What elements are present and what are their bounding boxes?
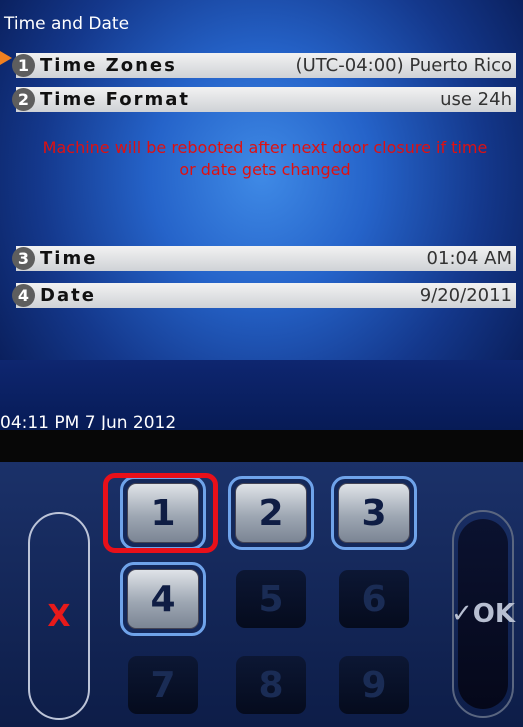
key-label: 9 (339, 656, 409, 714)
row-number-badge: 3 (12, 247, 35, 270)
row-number-badge: 4 (12, 284, 35, 307)
keypad-key-8: 8 (228, 648, 314, 722)
keypad-key-9: 9 (331, 648, 417, 722)
key-label: 3 (338, 483, 410, 543)
setting-value: 9/20/2011 (419, 285, 512, 306)
keypad-key-2[interactable]: 2 (228, 476, 314, 550)
setting-row-time-zones[interactable]: 1 Time Zones (UTC-04:00) Puerto Rico (12, 53, 516, 78)
divider-band (0, 430, 523, 462)
pointer-arrow-icon (0, 51, 12, 65)
setting-label: Date (40, 285, 96, 306)
cancel-button[interactable]: X (28, 512, 90, 720)
reboot-warning: Machine will be rebooted after next door… (42, 138, 488, 179)
ok-button[interactable]: ✓OK (451, 510, 515, 718)
setting-row-time[interactable]: 3 Time 01:04 AM (12, 246, 516, 271)
row-number-badge: 2 (12, 88, 35, 111)
setting-row-time-format[interactable]: 2 Time Format use 24h (12, 87, 516, 112)
time-date-screen: Time and Date 1 Time Zones (UTC-04:00) P… (0, 0, 523, 460)
key-label: 7 (128, 656, 198, 714)
setting-label: Time Format (40, 89, 190, 110)
setting-label: Time (40, 248, 98, 269)
page-title: Time and Date (4, 14, 130, 34)
key-label: 6 (339, 570, 409, 628)
ok-label: ✓OK (451, 519, 515, 709)
keypad-key-4[interactable]: 4 (120, 562, 206, 636)
row-number-badge: 1 (12, 54, 35, 77)
key-label: 2 (235, 483, 307, 543)
key-highlight-box (103, 473, 218, 553)
setting-value: (UTC-04:00) Puerto Rico (295, 55, 512, 76)
keypad-key-7: 7 (120, 648, 206, 722)
setting-value: 01:04 AM (426, 248, 512, 269)
setting-label: Time Zones (40, 55, 177, 76)
keypad-key-6: 6 (331, 562, 417, 636)
setting-row-date[interactable]: 4 Date 9/20/2011 (12, 283, 516, 308)
key-label: 5 (236, 570, 306, 628)
setting-value: use 24h (440, 89, 512, 110)
key-label: 8 (236, 656, 306, 714)
keypad-key-3[interactable]: 3 (331, 476, 417, 550)
keypad-key-5: 5 (228, 562, 314, 636)
key-label: 4 (127, 569, 199, 629)
